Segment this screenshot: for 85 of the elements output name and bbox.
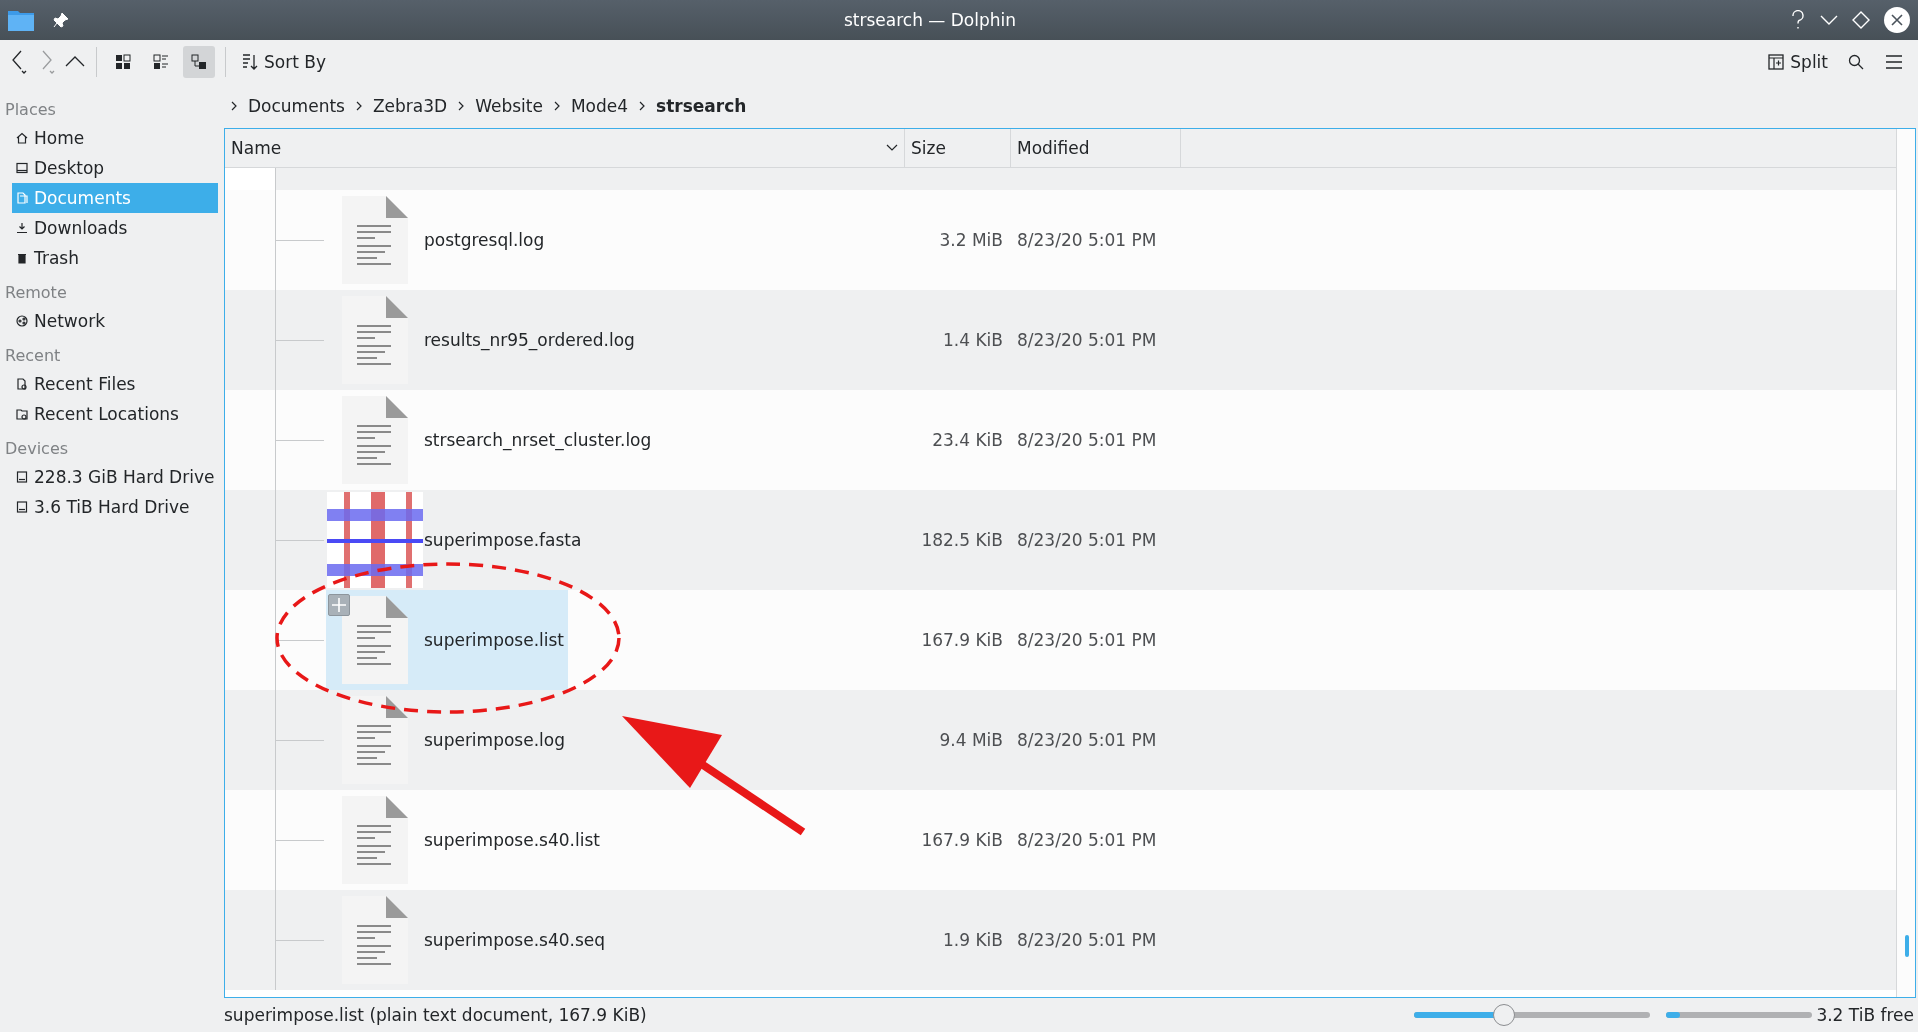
documents-icon [16, 192, 28, 204]
breadcrumb-item[interactable]: Website [475, 96, 543, 116]
modified-date: 8/23/20 5:01 PM [1016, 429, 1158, 452]
window-title: strsearch — Dolphin [842, 10, 1018, 30]
sidebar-item[interactable]: Recent Files [12, 369, 218, 399]
column-header[interactable]: Size [905, 129, 1011, 167]
modified-date: 8/23/20 5:01 PM [1016, 229, 1158, 252]
pin-icon[interactable] [52, 11, 70, 29]
file-size: 167.9 KiB [920, 829, 1004, 852]
sidebar-item[interactable]: 3.6 TiB Hard Drive [12, 492, 218, 522]
file-size: 9.4 MiB [938, 729, 1004, 752]
sidebar-item[interactable]: Recent Locations [12, 399, 218, 429]
network-icon [16, 315, 28, 327]
modified-date: 8/23/20 5:01 PM [1016, 929, 1158, 952]
modified-date: 8/23/20 5:01 PM [1016, 329, 1158, 352]
menu-icon [1885, 55, 1903, 69]
minimize-icon[interactable] [1820, 14, 1838, 26]
modified-date: 8/23/20 5:01 PM [1016, 829, 1158, 852]
free-space-text: 3.2 TiB free [1816, 1005, 1914, 1025]
select-toggle[interactable] [328, 594, 350, 616]
file-item[interactable]: superimpose.s40.list [326, 790, 604, 890]
text-file-icon [342, 396, 408, 484]
sidebar-item[interactable]: Network [12, 306, 218, 336]
trash-icon [16, 252, 28, 264]
recent-folder-icon [16, 408, 28, 420]
search-icon [1848, 54, 1864, 70]
hard-drive-icon [16, 471, 28, 483]
desktop-icon [16, 162, 28, 174]
download-icon [16, 222, 28, 234]
section-heading: Devices [4, 438, 70, 460]
text-file-icon [342, 196, 408, 284]
view-mode-icon [191, 54, 207, 70]
breadcrumb-item[interactable]: Zebra3D [372, 96, 448, 116]
status-text: superimpose.list (plain text document, 167.9 KiB) [224, 1005, 648, 1025]
chevron-icon [552, 100, 561, 112]
sort-icon [242, 53, 258, 71]
split-view-icon [1768, 54, 1785, 70]
breadcrumb-item[interactable]: strsearch [656, 96, 747, 116]
sidebar-item[interactable]: 228.3 GiB Hard Drive [12, 462, 218, 492]
file-size: 1.9 KiB [942, 929, 1004, 952]
file-item[interactable]: postgresql.log [326, 190, 549, 290]
modified-date: 8/23/20 5:01 PM [1016, 529, 1158, 552]
column-header[interactable]: Modified [1011, 129, 1181, 167]
view-mode-icon [153, 54, 169, 70]
sidebar-item[interactable]: Home [12, 123, 218, 153]
text-file-icon [342, 796, 408, 884]
chevron-icon [230, 100, 238, 112]
hard-drive-icon [16, 501, 28, 513]
view-mode-icon [115, 54, 131, 70]
file-item[interactable]: superimpose.list [326, 590, 569, 690]
sort-caret-icon [886, 144, 898, 152]
view-mode-button[interactable] [183, 46, 215, 78]
modified-date: 8/23/20 5:01 PM [1016, 729, 1158, 752]
maximize-icon[interactable] [1852, 11, 1870, 29]
file-size: 23.4 KiB [931, 429, 1004, 452]
sidebar-item[interactable]: Downloads [12, 213, 218, 243]
file-item[interactable]: results_nr95_ordered.log [326, 290, 639, 390]
file-size: 167.9 KiB [920, 629, 1004, 652]
folder-icon [8, 9, 34, 31]
chevron-icon [354, 100, 363, 112]
chevron-icon [457, 100, 466, 112]
file-item[interactable]: superimpose.s40.seq [326, 890, 610, 990]
file-size: 1.4 KiB [942, 329, 1004, 352]
sidebar-item[interactable]: Trash [12, 243, 218, 273]
split-button[interactable]: Split [1762, 48, 1834, 76]
home-icon [16, 132, 28, 144]
section-heading: Recent [4, 345, 62, 367]
help-icon[interactable] [1790, 10, 1806, 30]
file-item[interactable]: superimpose.log [326, 690, 569, 790]
breadcrumb-item[interactable]: Mode4 [570, 96, 629, 116]
file-size: 3.2 MiB [938, 229, 1004, 252]
section-heading: Places [4, 99, 57, 121]
breadcrumb-item[interactable]: Documents [248, 96, 345, 116]
file-size: 182.5 KiB [920, 529, 1004, 552]
file-item[interactable]: strsearch_nrset_cluster.log [326, 390, 656, 490]
text-file-icon [342, 596, 408, 684]
modified-date: 8/23/20 5:01 PM [1016, 629, 1158, 652]
chevron-icon [638, 100, 647, 112]
column-header[interactable]: Name [225, 129, 905, 167]
section-heading: Remote [4, 282, 68, 304]
sort-by-button[interactable]: Sort By [236, 48, 332, 76]
recent-file-icon [16, 378, 28, 390]
file-item[interactable]: superimpose.fasta [326, 490, 586, 590]
sidebar-item[interactable]: Desktop [12, 153, 218, 183]
close-icon[interactable] [1884, 7, 1910, 33]
